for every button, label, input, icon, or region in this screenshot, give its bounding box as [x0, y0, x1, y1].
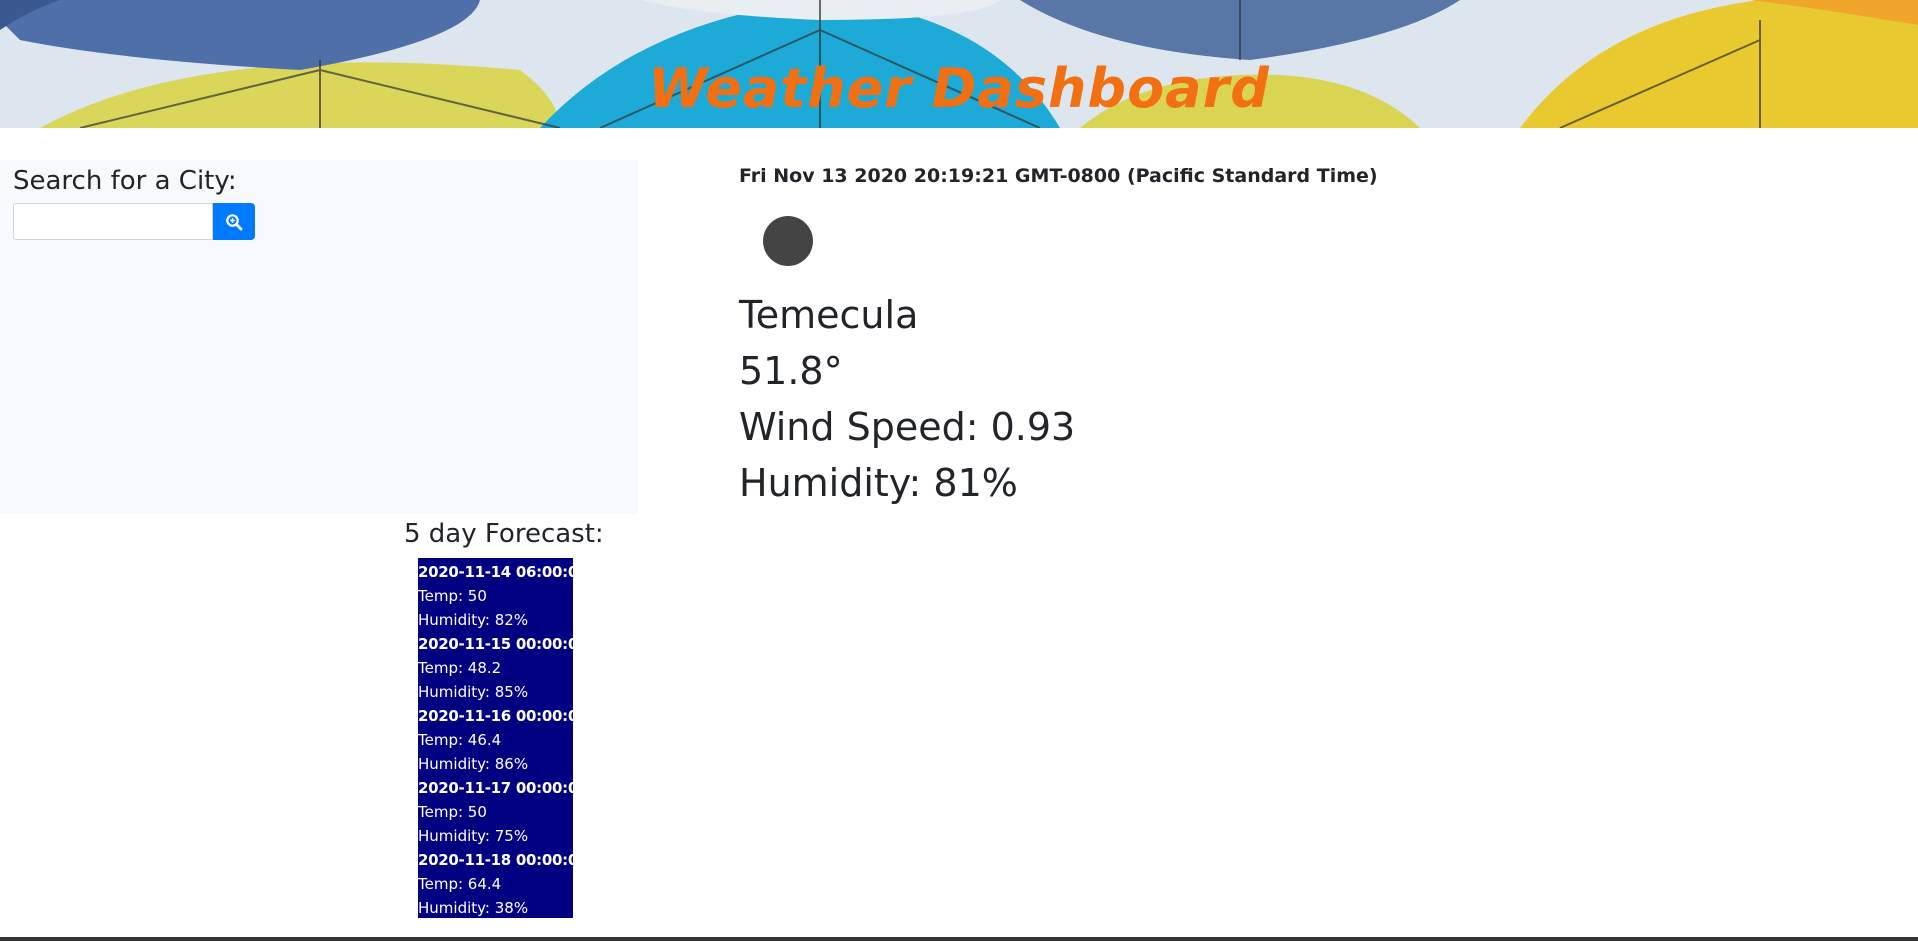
forecast-temp: Temp: 50 [418, 803, 487, 821]
wind-speed: Wind Speed: 0.93 [739, 405, 1076, 449]
forecast-humidity: Humidity: 82% [418, 611, 529, 629]
current-temperature: 51.8° [739, 349, 843, 393]
forecast-day: 2020-11-18 00:00:00 Temp: 64.4 Humidity:… [418, 848, 573, 918]
window-bottom-edge [0, 937, 1918, 941]
forecast-temp: Temp: 50 [418, 587, 487, 605]
search-button[interactable] [213, 203, 255, 240]
city-name: Temecula [739, 293, 919, 337]
forecast-humidity: Humidity: 38% [418, 899, 529, 917]
forecast-date: 2020-11-17 00:00:00 [418, 779, 573, 797]
forecast-day: 2020-11-15 00:00:00 Temp: 48.2 Humidity:… [418, 632, 573, 704]
forecast-day: 2020-11-14 06:00:00 Temp: 50 Humidity: 8… [418, 560, 573, 632]
forecast-humidity: Humidity: 86% [418, 755, 529, 773]
forecast-humidity: Humidity: 85% [418, 683, 529, 701]
search-label: Search for a City: [13, 166, 237, 196]
forecast-temp: Temp: 48.2 [418, 659, 502, 677]
current-humidity: Humidity: 81% [739, 461, 1018, 505]
forecast-date: 2020-11-14 06:00:00 [418, 563, 573, 581]
forecast-humidity: Humidity: 75% [418, 827, 529, 845]
search-icon [226, 213, 243, 230]
forecast-temp: Temp: 64.4 [418, 875, 502, 893]
forecast-day: 2020-11-17 00:00:00 Temp: 50 Humidity: 7… [418, 776, 573, 848]
search-panel: Search for a City: [0, 160, 638, 514]
city-search-input[interactable] [13, 203, 213, 240]
weather-icon [763, 216, 813, 266]
forecast-day: 2020-11-16 00:00:00 Temp: 46.4 Humidity:… [418, 704, 573, 776]
current-date: Fri Nov 13 2020 20:19:21 GMT-0800 (Pacif… [739, 165, 1378, 187]
forecast-heading: 5 day Forecast: [404, 519, 604, 549]
header-banner: Weather Dashboard [0, 0, 1918, 128]
forecast-temp: Temp: 46.4 [418, 731, 502, 749]
forecast-date: 2020-11-18 00:00:00 [418, 851, 573, 869]
forecast-date: 2020-11-15 00:00:00 [418, 635, 573, 653]
forecast-list: 2020-11-14 06:00:00 Temp: 50 Humidity: 8… [418, 558, 573, 918]
page-title: Weather Dashboard [648, 57, 1270, 120]
forecast-date: 2020-11-16 00:00:00 [418, 707, 573, 725]
